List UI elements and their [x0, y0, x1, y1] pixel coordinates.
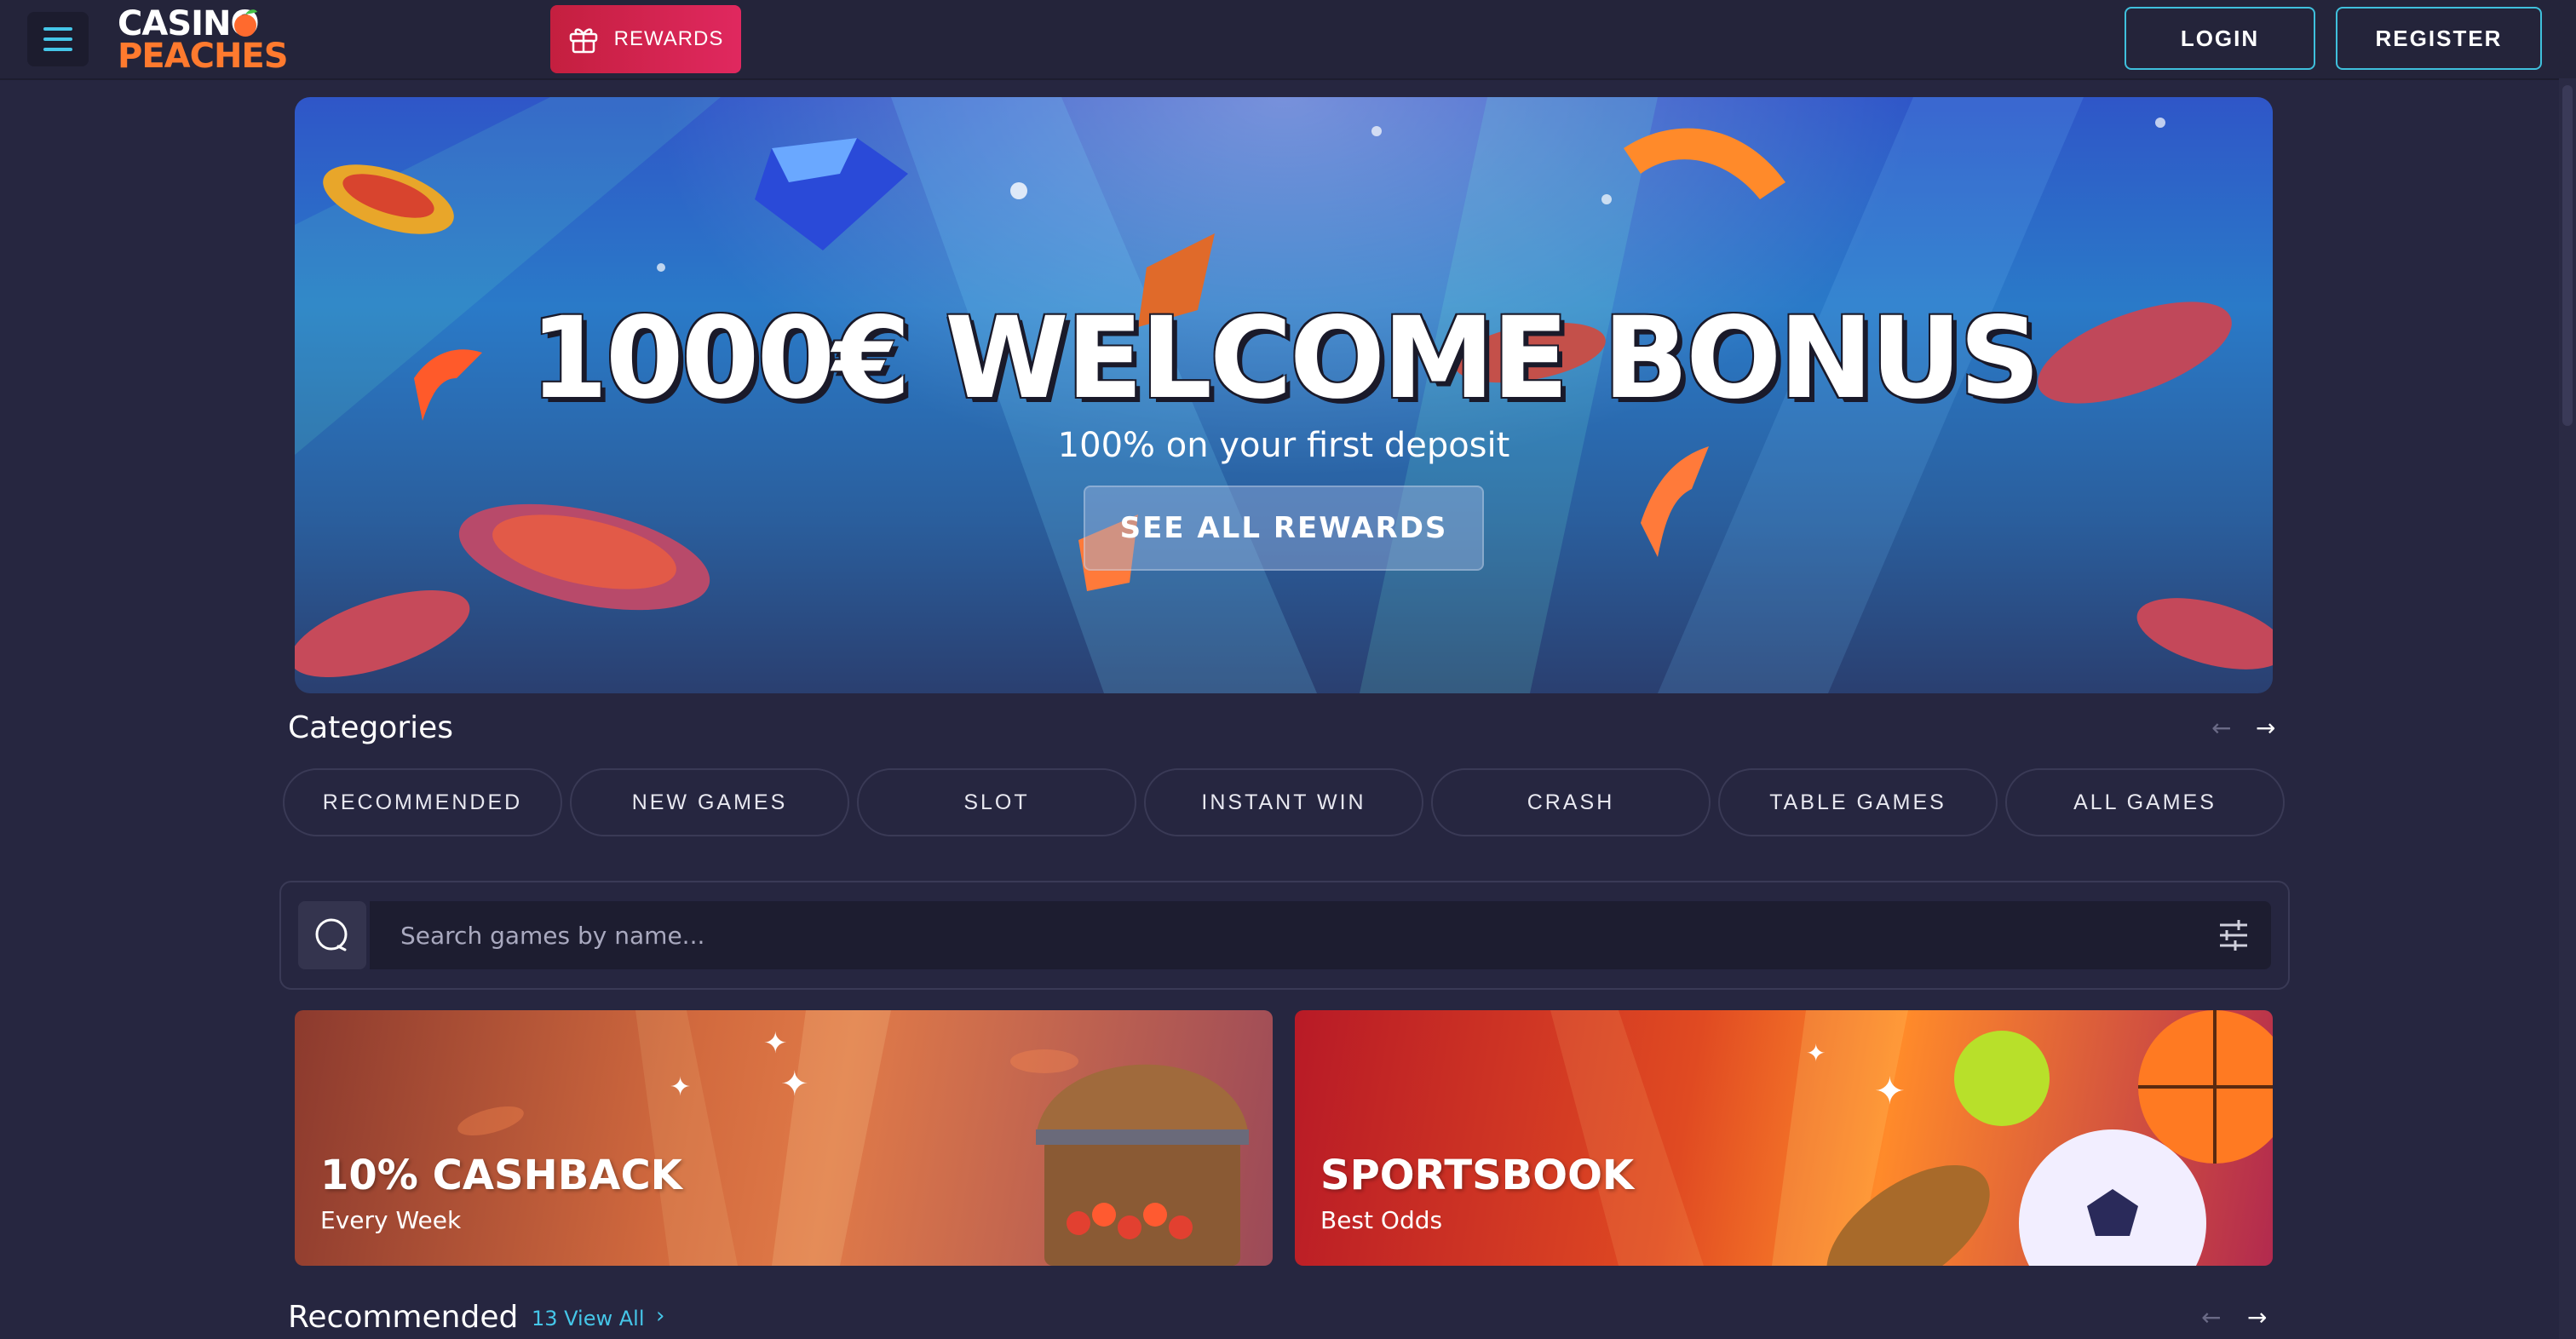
categories-heading: Categories — [288, 710, 454, 745]
svg-text:✦: ✦ — [780, 1065, 809, 1104]
recommended-heading: Recommended — [288, 1300, 519, 1335]
search-input[interactable] — [370, 901, 2271, 969]
cashback-title: 10% CASHBACK — [320, 1152, 682, 1199]
svg-text:✦: ✦ — [670, 1072, 691, 1102]
page-scrollbar-thumb[interactable] — [2562, 85, 2573, 426]
category-all-games[interactable]: ALL GAMES — [2005, 768, 2285, 836]
sportsbook-subtitle: Best Odds — [1320, 1206, 1443, 1234]
sportsbook-title: SPORTSBOOK — [1320, 1152, 1635, 1199]
game-search-bar — [279, 881, 2290, 990]
logo-text-line2: PEACHES — [118, 37, 289, 76]
category-slot[interactable]: SLOT — [857, 768, 1136, 836]
filter-sliders-icon[interactable] — [2217, 918, 2251, 952]
cashback-subtitle: Every Week — [320, 1206, 462, 1234]
categories-next-arrow-icon[interactable]: → — [2256, 714, 2275, 742]
svg-text:✦: ✦ — [1874, 1070, 1906, 1113]
svg-text:✦: ✦ — [763, 1026, 788, 1060]
categories-prev-arrow-icon[interactable]: ← — [2211, 714, 2231, 742]
category-crash[interactable]: CRASH — [1431, 768, 1711, 836]
peach-icon — [234, 9, 257, 37]
hero-title: 1000€ WELCOME BONUS — [529, 293, 2040, 424]
category-instant-win[interactable]: INSTANT WIN — [1144, 768, 1423, 836]
login-button[interactable]: LOGIN — [2125, 7, 2315, 70]
gift-icon — [569, 28, 597, 54]
category-table-games[interactable]: TABLE GAMES — [1718, 768, 1998, 836]
welcome-bonus-hero-banner[interactable]: 1000€ WELCOME BONUS 100% on your first d… — [295, 97, 2273, 693]
category-recommended[interactable]: RECOMMENDED — [283, 768, 562, 836]
menu-line — [43, 37, 72, 41]
recommended-view-all-link[interactable]: 13 View All — [532, 1307, 645, 1330]
category-new-games[interactable]: NEW GAMES — [570, 768, 849, 836]
menu-line — [43, 27, 72, 31]
search-button[interactable] — [298, 901, 366, 969]
search-icon — [315, 918, 348, 951]
hamburger-menu-button[interactable] — [27, 12, 89, 66]
svg-text:✦: ✦ — [1806, 1039, 1826, 1067]
recommended-next-arrow-icon[interactable]: → — [2247, 1303, 2267, 1331]
rewards-button[interactable]: REWARDS — [550, 5, 741, 73]
cashback-promo-card[interactable]: ✦ ✦ ✦ 10% CASHBACK Every Week — [295, 1010, 1273, 1266]
category-pill-row: RECOMMENDED NEW GAMES SLOT INSTANT WIN C… — [283, 768, 2285, 836]
register-button[interactable]: REGISTER — [2336, 7, 2542, 70]
recommended-prev-arrow-icon[interactable]: ← — [2201, 1303, 2221, 1331]
casino-peaches-logo[interactable]: CASINO PEACHES — [118, 3, 289, 75]
chevron-right-icon[interactable]: › — [656, 1303, 664, 1329]
hero-subtitle: 100% on your first deposit — [1057, 426, 1510, 465]
sportsbook-promo-card[interactable]: ✦ ✦ SPORTSBOOK Best Odds — [1295, 1010, 2273, 1266]
see-all-rewards-button[interactable]: SEE ALL REWARDS — [1084, 486, 1484, 571]
top-header: CASINO PEACHES REWARDS LOGIN REGISTER — [0, 0, 2576, 80]
menu-line — [43, 48, 72, 51]
rewards-label: REWARDS — [613, 27, 724, 50]
